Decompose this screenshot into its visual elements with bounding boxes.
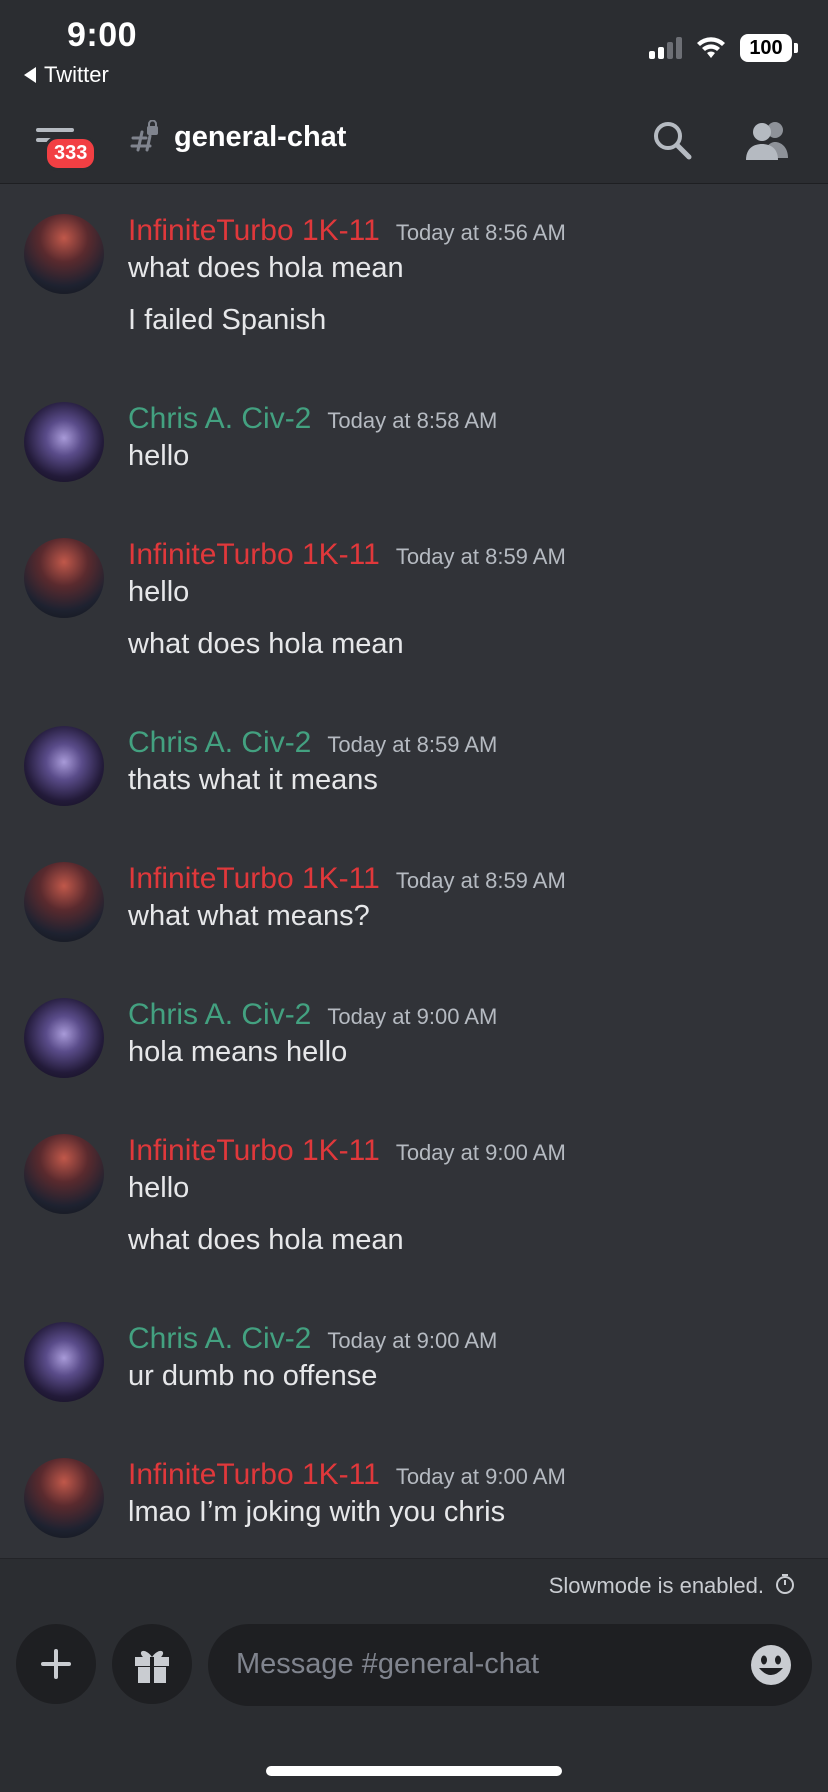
- username[interactable]: Chris A. Civ-2: [128, 1322, 311, 1356]
- cellular-signal-icon: [649, 37, 682, 59]
- unread-badge: 333: [44, 136, 98, 171]
- channel-header[interactable]: general-chat: [130, 120, 346, 154]
- username[interactable]: Chris A. Civ-2: [128, 998, 311, 1032]
- username[interactable]: InfiniteTurbo 1K-11: [128, 1134, 380, 1168]
- message-header: Chris A. Civ-2 Today at 9:00 AM: [128, 1322, 497, 1356]
- timestamp: Today at 9:00 AM: [395, 1464, 566, 1489]
- gift-icon: [135, 1650, 169, 1683]
- username[interactable]: InfiniteTurbo 1K-11: [128, 538, 380, 572]
- message-text: lmao I’m joking with you chris: [128, 1496, 506, 1528]
- message-header: InfiniteTurbo 1K-11 Today at 9:00 AM: [128, 1458, 566, 1492]
- message-text: what what means?: [128, 900, 370, 932]
- message-placeholder: Message #general-chat: [236, 1648, 540, 1680]
- timestamp: Today at 8:59 AM: [395, 868, 566, 893]
- message-header: InfiniteTurbo 1K-11 Today at 8:56 AM: [128, 214, 566, 248]
- message-text: thats what it means: [128, 764, 378, 796]
- message-header: Chris A. Civ-2 Today at 9:00 AM: [128, 998, 497, 1032]
- back-app-label: Twitter: [44, 62, 109, 87]
- avatar[interactable]: [24, 1134, 104, 1214]
- message-text: ur dumb no offense: [128, 1360, 378, 1392]
- plus-icon: [41, 1649, 71, 1679]
- slowmode-bar: Slowmode is enabled.: [0, 1558, 828, 1608]
- avatar[interactable]: [24, 726, 104, 806]
- timestamp: Today at 8:56 AM: [395, 220, 566, 245]
- message-input[interactable]: Message #general-chat: [208, 1624, 812, 1706]
- status-time: 9:00: [67, 16, 138, 54]
- menu-button[interactable]: 333: [36, 122, 98, 172]
- status-indicators: 100: [649, 34, 798, 62]
- composer: Message #general-chat: [0, 1608, 828, 1792]
- avatar[interactable]: [24, 1322, 104, 1402]
- timestamp: Today at 8:58 AM: [327, 408, 498, 433]
- avatar[interactable]: [24, 862, 104, 942]
- avatar[interactable]: [24, 214, 104, 294]
- timestamp: Today at 9:00 AM: [327, 1328, 498, 1353]
- message-header: InfiniteTurbo 1K-11 Today at 9:00 AM: [128, 1134, 566, 1168]
- add-attachment-button[interactable]: [16, 1624, 96, 1704]
- slowmode-text: Slowmode is enabled.: [548, 1573, 764, 1598]
- back-arrow-icon: [24, 67, 36, 83]
- timer-icon: [776, 1574, 794, 1594]
- avatar[interactable]: [24, 998, 104, 1078]
- wifi-icon: [697, 37, 725, 58]
- message-text: hello: [128, 1172, 190, 1204]
- message-text: what does hola mean: [128, 628, 404, 660]
- message-text: what does hola mean: [128, 252, 404, 284]
- username[interactable]: Chris A. Civ-2: [128, 726, 311, 760]
- username[interactable]: InfiniteTurbo 1K-11: [128, 862, 380, 896]
- avatar[interactable]: [24, 1458, 104, 1538]
- members-icon[interactable]: [744, 118, 792, 162]
- timestamp: Today at 8:59 AM: [395, 544, 566, 569]
- battery-indicator: 100: [740, 34, 798, 62]
- message-header: InfiniteTurbo 1K-11 Today at 8:59 AM: [128, 862, 566, 896]
- message-text: hello: [128, 440, 190, 472]
- timestamp: Today at 8:59 AM: [327, 732, 498, 757]
- message-text: hola means hello: [128, 1036, 348, 1068]
- avatar[interactable]: [24, 402, 104, 482]
- avatar[interactable]: [24, 538, 104, 618]
- message-text: hello: [128, 576, 190, 608]
- message-text: I failed Spanish: [128, 304, 327, 336]
- gift-button[interactable]: [112, 1624, 192, 1704]
- message-text: what does hola mean: [128, 1224, 404, 1256]
- username[interactable]: Chris A. Civ-2: [128, 402, 311, 436]
- channel-title: general-chat: [174, 120, 347, 153]
- home-indicator: [266, 1766, 562, 1776]
- username[interactable]: InfiniteTurbo 1K-11: [128, 214, 380, 248]
- top-bar: 9:00 Twitter 100 333 general-chat: [0, 0, 828, 184]
- message-header: InfiniteTurbo 1K-11 Today at 8:59 AM: [128, 538, 566, 572]
- timestamp: Today at 9:00 AM: [395, 1140, 566, 1165]
- message-header: Chris A. Civ-2 Today at 8:58 AM: [128, 402, 497, 436]
- emoji-icon[interactable]: [750, 1644, 792, 1686]
- timestamp: Today at 9:00 AM: [327, 1004, 498, 1029]
- back-to-app-link[interactable]: Twitter: [24, 62, 109, 88]
- message-header: Chris A. Civ-2 Today at 8:59 AM: [128, 726, 497, 760]
- search-icon[interactable]: [650, 118, 694, 162]
- username[interactable]: InfiniteTurbo 1K-11: [128, 1458, 380, 1492]
- locked-channel-hash-icon: [130, 120, 158, 152]
